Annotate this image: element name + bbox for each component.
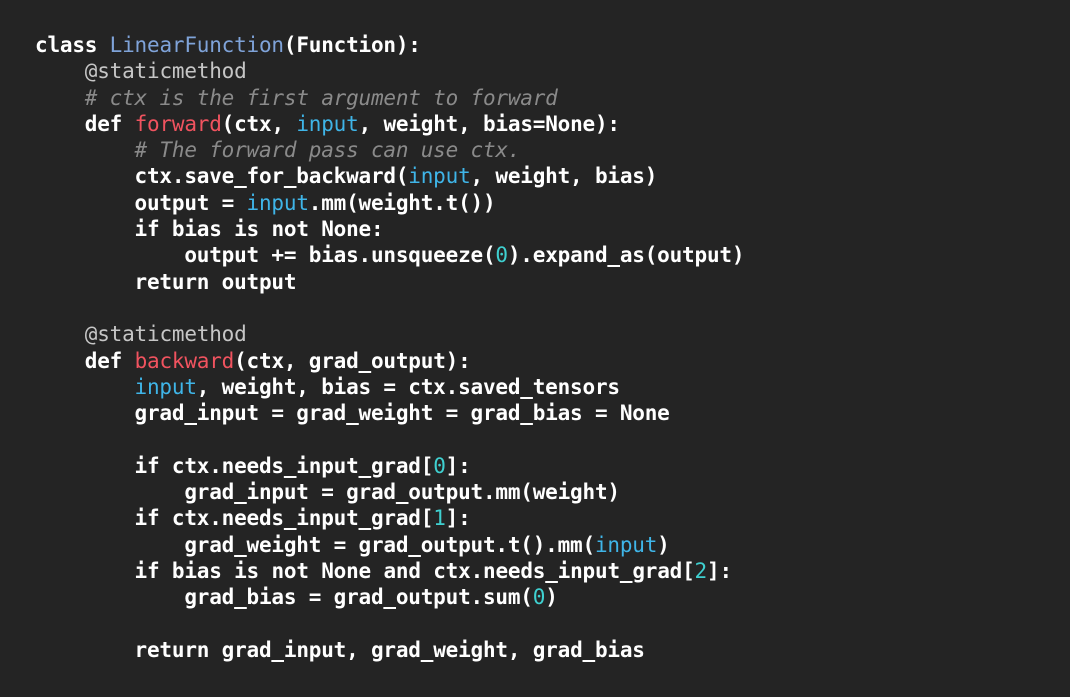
code-token: ) <box>545 585 558 610</box>
code-token: grad_weight = grad_output.t().mm( <box>35 532 595 557</box>
number-token: 0 <box>433 453 446 478</box>
code-line: return output <box>35 269 1070 295</box>
code-line: return grad_input, grad_weight, grad_bia… <box>35 637 1070 663</box>
code-token: .mm(weight.t()) <box>308 190 496 215</box>
code-token: ctx.save_for_backward( <box>35 164 409 189</box>
number-token: 0 <box>532 585 546 610</box>
keyword-token: return <box>134 269 210 294</box>
code-line: class LinearFunction(Function): <box>35 32 1070 58</box>
keyword-token: if <box>134 506 160 531</box>
code-token: grad_input, grad_weight, grad_bias <box>209 637 645 662</box>
code-token: (ctx, grad_output): <box>234 348 471 373</box>
code-token: ).expand_as(output) <box>507 243 745 268</box>
code-token: ctx.needs_input_grad[ <box>420 558 695 583</box>
function-name-token: forward <box>134 111 222 136</box>
code-line: def backward(ctx, grad_output): <box>35 348 1070 374</box>
keyword-token: if <box>134 217 160 242</box>
keyword-token: class <box>35 33 110 57</box>
code-token: output += bias.unsqueeze( <box>35 243 496 268</box>
code-token: output = <box>35 190 247 215</box>
code-line: ​ <box>35 426 1070 452</box>
code-token: grad_input = grad_output.mm(weight) <box>35 480 620 505</box>
code-line: ​ <box>35 295 1070 321</box>
number-token: 0 <box>495 243 508 268</box>
code-token: output <box>209 269 297 294</box>
number-token: 2 <box>694 558 708 583</box>
code-line: grad_weight = grad_output.t().mm(input) <box>35 532 1070 558</box>
builtin-token: input <box>134 374 197 399</box>
keyword-token: and <box>383 558 421 583</box>
code-token: bias <box>159 217 235 242</box>
comment-token: # ctx is the first argument to forward <box>84 85 558 110</box>
code-token: (Function): <box>283 33 421 57</box>
code-line: # ctx is the first argument to forward <box>35 85 1070 111</box>
code-token: , weight, bias = ctx.saved_tensors <box>196 374 620 399</box>
number-token: 1 <box>433 506 446 531</box>
code-token: ) <box>657 532 670 557</box>
keyword-token: if <box>134 558 160 583</box>
code-token: None <box>308 558 384 583</box>
code-token: , weight, bias) <box>470 164 658 189</box>
code-token: , weight, bias=None): <box>358 111 621 136</box>
code-line: output = input.mm(weight.t()) <box>35 190 1070 216</box>
function-name-token: backward <box>134 348 235 373</box>
keyword-token: return <box>134 637 210 662</box>
code-token: ]: <box>707 558 732 583</box>
code-token: ]: <box>445 453 471 478</box>
code-line: output += bias.unsqueeze(0).expand_as(ou… <box>35 242 1070 268</box>
code-line: if ctx.needs_input_grad[1]: <box>35 505 1070 531</box>
code-token: (ctx, <box>221 111 297 136</box>
decorator-token: @staticmethod <box>84 322 247 347</box>
code-line: input, weight, bias = ctx.saved_tensors <box>35 374 1070 400</box>
keyword-token: if <box>134 453 160 478</box>
builtin-token: input <box>246 190 309 215</box>
code-token: grad_bias = grad_output.sum( <box>35 585 533 610</box>
code-editor[interactable]: class LinearFunction(Function): @staticm… <box>0 0 1070 697</box>
builtin-token: input <box>408 164 471 189</box>
keyword-token: is not <box>234 217 309 242</box>
code-block[interactable]: class LinearFunction(Function): @staticm… <box>35 32 1070 663</box>
code-token: bias <box>159 558 235 583</box>
keyword-token: def <box>84 111 135 136</box>
class-name-token: LinearFunction <box>109 33 284 57</box>
code-line: ​ <box>35 611 1070 637</box>
code-line: grad_input = grad_weight = grad_bias = N… <box>35 400 1070 426</box>
code-line: grad_input = grad_output.mm(weight) <box>35 479 1070 505</box>
keyword-token: def <box>84 348 135 373</box>
code-line: if bias is not None: <box>35 216 1070 242</box>
code-token: None: <box>308 217 384 242</box>
code-line: grad_bias = grad_output.sum(0) <box>35 584 1070 610</box>
code-line: def forward(ctx, input, weight, bias=Non… <box>35 111 1070 137</box>
code-line: @staticmethod <box>35 321 1070 347</box>
builtin-token: input <box>296 111 359 136</box>
builtin-token: input <box>594 532 658 557</box>
code-line: ctx.save_for_backward(input, weight, bia… <box>35 163 1070 189</box>
decorator-token: @staticmethod <box>84 59 247 84</box>
code-token: ctx.needs_input_grad[ <box>159 453 434 478</box>
code-line: if ctx.needs_input_grad[0]: <box>35 453 1070 479</box>
code-line: # The forward pass can use ctx. <box>35 137 1070 163</box>
code-token: ]: <box>445 506 471 531</box>
code-line: @staticmethod <box>35 58 1070 84</box>
comment-token: # The forward pass can use ctx. <box>134 138 521 163</box>
code-line: if bias is not None and ctx.needs_input_… <box>35 558 1070 584</box>
code-token: grad_input = grad_weight = grad_bias = N… <box>35 401 670 426</box>
code-token: ctx.needs_input_grad[ <box>159 506 434 531</box>
keyword-token: is not <box>234 558 309 583</box>
